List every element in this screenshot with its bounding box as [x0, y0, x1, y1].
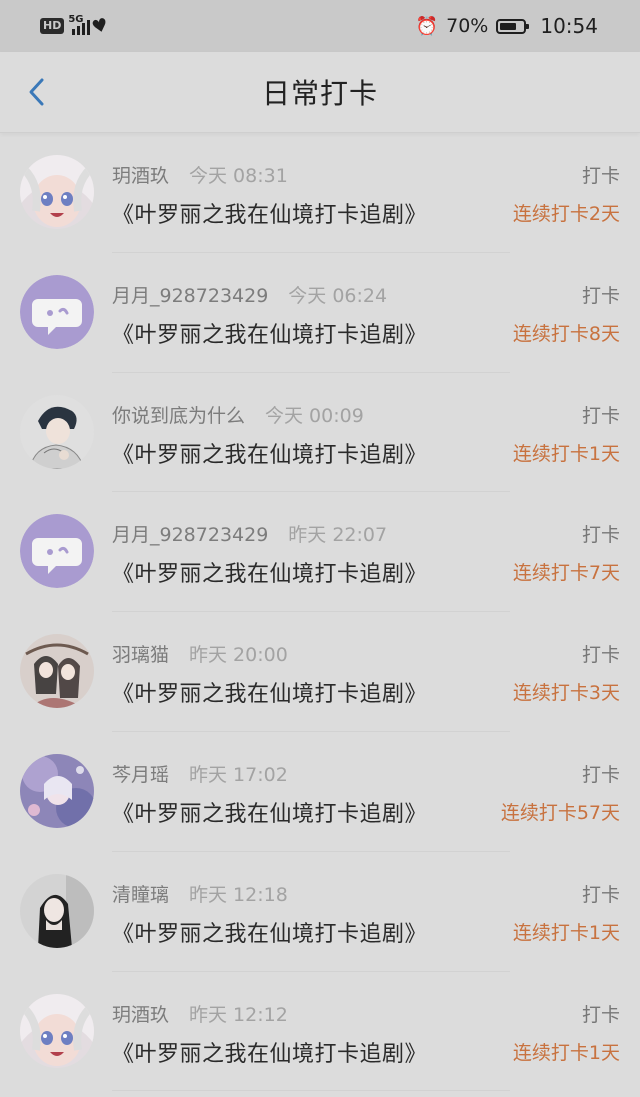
status-left: HD 5G ♥	[40, 13, 111, 39]
checkin-item[interactable]: 芩月瑶 昨天 17:02 打卡 《叶罗丽之我在仙境打卡追剧》 连续打卡57天	[0, 732, 640, 852]
chevron-left-icon	[29, 78, 44, 106]
health-icon: ♥	[89, 13, 111, 39]
status-right: ⏰ 70% 10:54	[416, 14, 598, 38]
book-title[interactable]: 《叶罗丽之我在仙境打卡追剧》	[112, 676, 427, 708]
user-name[interactable]: 月月_928723429	[112, 281, 268, 308]
user-name[interactable]: 玥酒玖	[112, 1000, 169, 1027]
checkin-action-label: 打卡	[581, 524, 620, 547]
streak-label: 连续打卡57天	[500, 801, 620, 824]
checkin-meta: 清瞳璃 昨天 12:18	[112, 880, 288, 907]
checkin-item[interactable]: 玥酒玖 今天 08:31 打卡 《叶罗丽之我在仙境打卡追剧》 连续打卡2天	[0, 133, 640, 253]
checkin-list: 玥酒玖 今天 08:31 打卡 《叶罗丽之我在仙境打卡追剧》 连续打卡2天 月月…	[0, 133, 640, 1092]
checkin-time: 昨天 12:18	[189, 883, 288, 906]
user-name[interactable]: 你说到底为什么	[112, 401, 245, 428]
streak-label: 连续打卡2天	[512, 203, 620, 225]
checkin-item[interactable]: 月月_928723429 今天 06:24 打卡 《叶罗丽之我在仙境打卡追剧》 …	[0, 253, 640, 373]
alarm-icon: ⏰	[415, 15, 439, 37]
book-title[interactable]: 《叶罗丽之我在仙境打卡追剧》	[112, 317, 427, 349]
checkin-item[interactable]: 月月_928723429 昨天 22:07 打卡 《叶罗丽之我在仙境打卡追剧》 …	[0, 492, 640, 612]
checkin-meta: 你说到底为什么 今天 00:09	[112, 401, 364, 428]
avatar[interactable]	[20, 514, 94, 589]
checkin-meta: 玥酒玖 今天 08:31	[112, 161, 288, 188]
streak-label: 连续打卡3天	[512, 682, 620, 705]
signal-icon	[72, 17, 91, 35]
checkin-time: 今天 08:31	[189, 165, 288, 187]
streak-label: 连续打卡1天	[512, 1041, 620, 1064]
book-title[interactable]: 《叶罗丽之我在仙境打卡追剧》	[112, 437, 427, 469]
checkin-time: 昨天 22:07	[288, 524, 388, 547]
checkin-meta: 芩月瑶 昨天 17:02	[112, 760, 288, 787]
user-name[interactable]: 月月_928723429	[112, 520, 268, 547]
avatar[interactable]	[20, 634, 94, 709]
checkin-action-label: 打卡	[581, 763, 620, 786]
checkin-action-label: 打卡	[581, 284, 620, 307]
user-name[interactable]: 芩月瑶	[112, 760, 169, 787]
battery-percent: 70%	[446, 15, 489, 37]
checkin-meta: 月月_928723429 今天 06:24	[112, 281, 387, 308]
avatar[interactable]	[20, 753, 94, 828]
checkin-action-label: 打卡	[581, 644, 620, 667]
streak-label: 连续打卡7天	[512, 562, 620, 585]
avatar[interactable]	[20, 394, 94, 469]
streak-label: 连续打卡8天	[512, 322, 620, 345]
checkin-time: 昨天 17:02	[189, 763, 288, 786]
checkin-item[interactable]: 清瞳璃 昨天 12:18 打卡 《叶罗丽之我在仙境打卡追剧》 连续打卡1天	[0, 852, 640, 972]
nav-bar: 日常打卡	[0, 52, 640, 133]
checkin-action-label: 打卡	[581, 1003, 620, 1026]
checkin-action-label: 打卡	[581, 883, 620, 906]
checkin-meta: 玥酒玖 昨天 12:12	[112, 1000, 288, 1027]
user-name[interactable]: 玥酒玖	[112, 161, 169, 188]
book-title[interactable]: 《叶罗丽之我在仙境打卡追剧》	[112, 1036, 427, 1068]
checkin-time: 今天 00:09	[265, 404, 364, 427]
avatar[interactable]	[20, 155, 94, 229]
checkin-action-label: 打卡	[581, 165, 620, 187]
streak-label: 连续打卡1天	[512, 921, 620, 944]
hd-badge: HD	[40, 18, 65, 34]
page-title: 日常打卡	[261, 77, 378, 110]
checkin-item[interactable]: 羽璃猫 昨天 20:00 打卡 《叶罗丽之我在仙境打卡追剧》 连续打卡3天	[0, 612, 640, 732]
checkin-meta: 羽璃猫 昨天 20:00	[112, 640, 288, 667]
checkin-item[interactable]: 你说到底为什么 今天 00:09 打卡 《叶罗丽之我在仙境打卡追剧》 连续打卡1…	[0, 373, 640, 493]
avatar[interactable]	[20, 993, 94, 1068]
battery-icon	[496, 18, 530, 34]
checkin-time: 今天 06:24	[288, 284, 388, 307]
back-button[interactable]	[22, 78, 50, 106]
user-name[interactable]: 羽璃猫	[112, 640, 169, 667]
avatar[interactable]	[20, 274, 94, 349]
avatar[interactable]	[20, 873, 94, 948]
book-title[interactable]: 《叶罗丽之我在仙境打卡追剧》	[112, 916, 427, 948]
user-name[interactable]: 清瞳璃	[112, 880, 169, 907]
checkin-time: 昨天 20:00	[189, 644, 288, 667]
checkin-time: 昨天 12:12	[189, 1003, 288, 1026]
book-title[interactable]: 《叶罗丽之我在仙境打卡追剧》	[112, 796, 427, 828]
book-title[interactable]: 《叶罗丽之我在仙境打卡追剧》	[112, 556, 427, 588]
checkin-action-label: 打卡	[581, 404, 620, 427]
clock: 10:54	[540, 14, 598, 38]
checkin-item[interactable]: 玥酒玖 昨天 12:12 打卡 《叶罗丽之我在仙境打卡追剧》 连续打卡1天	[0, 972, 640, 1092]
checkin-meta: 月月_928723429 昨天 22:07	[112, 520, 387, 547]
status-bar: HD 5G ♥ ⏰ 70% 10:54	[0, 0, 640, 52]
book-title[interactable]: 《叶罗丽之我在仙境打卡追剧》	[112, 197, 427, 229]
streak-label: 连续打卡1天	[512, 442, 620, 465]
